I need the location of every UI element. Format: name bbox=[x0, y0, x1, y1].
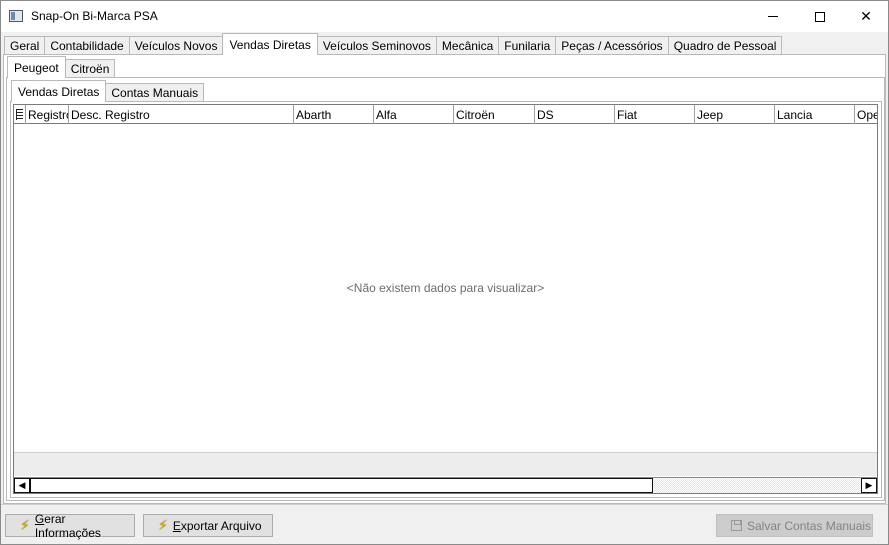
tab-peugeot[interactable]: Peugeot bbox=[7, 56, 66, 78]
grid-header: Registro Desc. Registro Abarth Alfa Citr… bbox=[14, 105, 877, 124]
scroll-right-button[interactable]: ▶ bbox=[861, 478, 877, 493]
app-icon bbox=[9, 10, 23, 22]
scroll-left-button[interactable]: ◀ bbox=[14, 478, 30, 493]
button-accelerator: G bbox=[34, 511, 45, 526]
brand-tabstrip: Peugeot Citroën bbox=[7, 56, 116, 78]
maximize-button[interactable] bbox=[797, 1, 843, 32]
tab-label: Quadro de Pessoal bbox=[673, 39, 777, 53]
tab-label: Contas Manuais bbox=[111, 86, 199, 100]
save-icon bbox=[731, 520, 742, 531]
grid-footer bbox=[14, 452, 877, 476]
tab-contas-manuais[interactable]: Contas Manuais bbox=[105, 83, 205, 102]
close-icon: ✕ bbox=[860, 8, 872, 24]
salvar-contas-manuais-button[interactable]: Salvar Contas Manuais bbox=[716, 514, 873, 537]
button-accelerator: E bbox=[172, 518, 181, 533]
column-header-alfa[interactable]: Alfa bbox=[374, 105, 454, 124]
lightning-icon: ⚡ bbox=[158, 517, 168, 533]
column-header-abarth[interactable]: Abarth bbox=[294, 105, 374, 124]
column-header-citroen[interactable]: Citroën bbox=[454, 105, 535, 124]
minimize-button[interactable] bbox=[750, 1, 796, 32]
lightning-icon: ⚡ bbox=[20, 517, 30, 533]
button-label: Exportar Arquivo bbox=[173, 519, 262, 533]
tab-label: Contabilidade bbox=[50, 39, 124, 53]
column-header-opel[interactable]: Ope bbox=[855, 105, 877, 124]
tab-label: Peças / Acessórios bbox=[561, 39, 663, 53]
empty-grid-message: <Não existem dados para visualizar> bbox=[346, 281, 545, 295]
exportar-arquivo-button[interactable]: ⚡ Exportar Arquivo bbox=[143, 514, 273, 537]
tab-mecanica[interactable]: Mecânica bbox=[435, 36, 500, 55]
column-header-fiat[interactable]: Fiat bbox=[615, 105, 695, 124]
tab-label: Veículos Seminovos bbox=[322, 39, 431, 53]
tab-funilaria[interactable]: Funilaria bbox=[498, 36, 557, 55]
main-tabstrip: Geral Contabilidade Veículos Novos Venda… bbox=[4, 33, 783, 55]
tab-geral[interactable]: Geral bbox=[4, 36, 46, 55]
tab-quadro-de-pessoal[interactable]: Quadro de Pessoal bbox=[667, 36, 783, 55]
scrollbar-track[interactable] bbox=[30, 478, 861, 493]
left-arrow-icon: ◀ bbox=[18, 480, 26, 490]
tab-veiculos-seminovos[interactable]: Veículos Seminovos bbox=[316, 36, 437, 55]
tab-label: Veículos Novos bbox=[134, 39, 218, 53]
column-chooser-icon bbox=[16, 109, 23, 120]
maximize-icon bbox=[815, 11, 825, 22]
window-title: Snap-On Bi-Marca PSA bbox=[31, 9, 158, 23]
tab-label: Mecânica bbox=[441, 39, 494, 53]
sub-tabstrip: Vendas Diretas Contas Manuais bbox=[11, 80, 205, 102]
tab-label: Citroën bbox=[70, 62, 110, 76]
bottom-separator bbox=[1, 504, 888, 505]
button-label: Gerar Informações bbox=[35, 512, 134, 540]
tab-citroen[interactable]: Citroën bbox=[64, 59, 116, 78]
right-arrow-icon: ▶ bbox=[865, 480, 873, 490]
column-header-ds[interactable]: DS bbox=[535, 105, 615, 124]
tab-label: Vendas Diretas bbox=[18, 84, 100, 99]
column-header-desc-registro[interactable]: Desc. Registro bbox=[69, 105, 294, 124]
horizontal-scrollbar[interactable]: ◀ ▶ bbox=[14, 477, 877, 493]
button-label-text: xportar Arquivo bbox=[180, 518, 262, 533]
title-bar: Snap-On Bi-Marca PSA ✕ bbox=[1, 1, 888, 32]
column-header-lancia[interactable]: Lancia bbox=[775, 105, 855, 124]
tab-label: Funilaria bbox=[504, 39, 551, 53]
column-header-registro[interactable]: Registro bbox=[26, 105, 69, 124]
tab-pecas-acessorios[interactable]: Peças / Acessórios bbox=[555, 36, 669, 55]
gerar-informacoes-button[interactable]: ⚡ Gerar Informações bbox=[5, 512, 135, 540]
column-header-jeep[interactable]: Jeep bbox=[695, 105, 775, 124]
tab-contabilidade[interactable]: Contabilidade bbox=[44, 36, 130, 55]
tab-label: Peugeot bbox=[14, 60, 59, 75]
minimize-icon bbox=[768, 16, 778, 17]
button-label: Salvar Contas Manuais bbox=[747, 518, 872, 533]
tab-veiculos-novos[interactable]: Veículos Novos bbox=[128, 36, 224, 55]
app-window: Snap-On Bi-Marca PSA ✕ Geral Contabilida… bbox=[0, 0, 889, 545]
column-chooser-button[interactable] bbox=[14, 105, 26, 124]
tab-vendas-diretas[interactable]: Vendas Diretas bbox=[222, 33, 318, 55]
button-label-text: erar Informações bbox=[34, 511, 101, 540]
tab-sub-vendas-diretas[interactable]: Vendas Diretas bbox=[11, 80, 107, 102]
scrollbar-thumb[interactable] bbox=[30, 478, 654, 493]
tab-label: Geral bbox=[10, 39, 40, 53]
data-grid[interactable]: Registro Desc. Registro Abarth Alfa Citr… bbox=[13, 104, 878, 494]
close-button[interactable]: ✕ bbox=[843, 1, 889, 32]
tab-label: Vendas Diretas bbox=[229, 37, 311, 52]
